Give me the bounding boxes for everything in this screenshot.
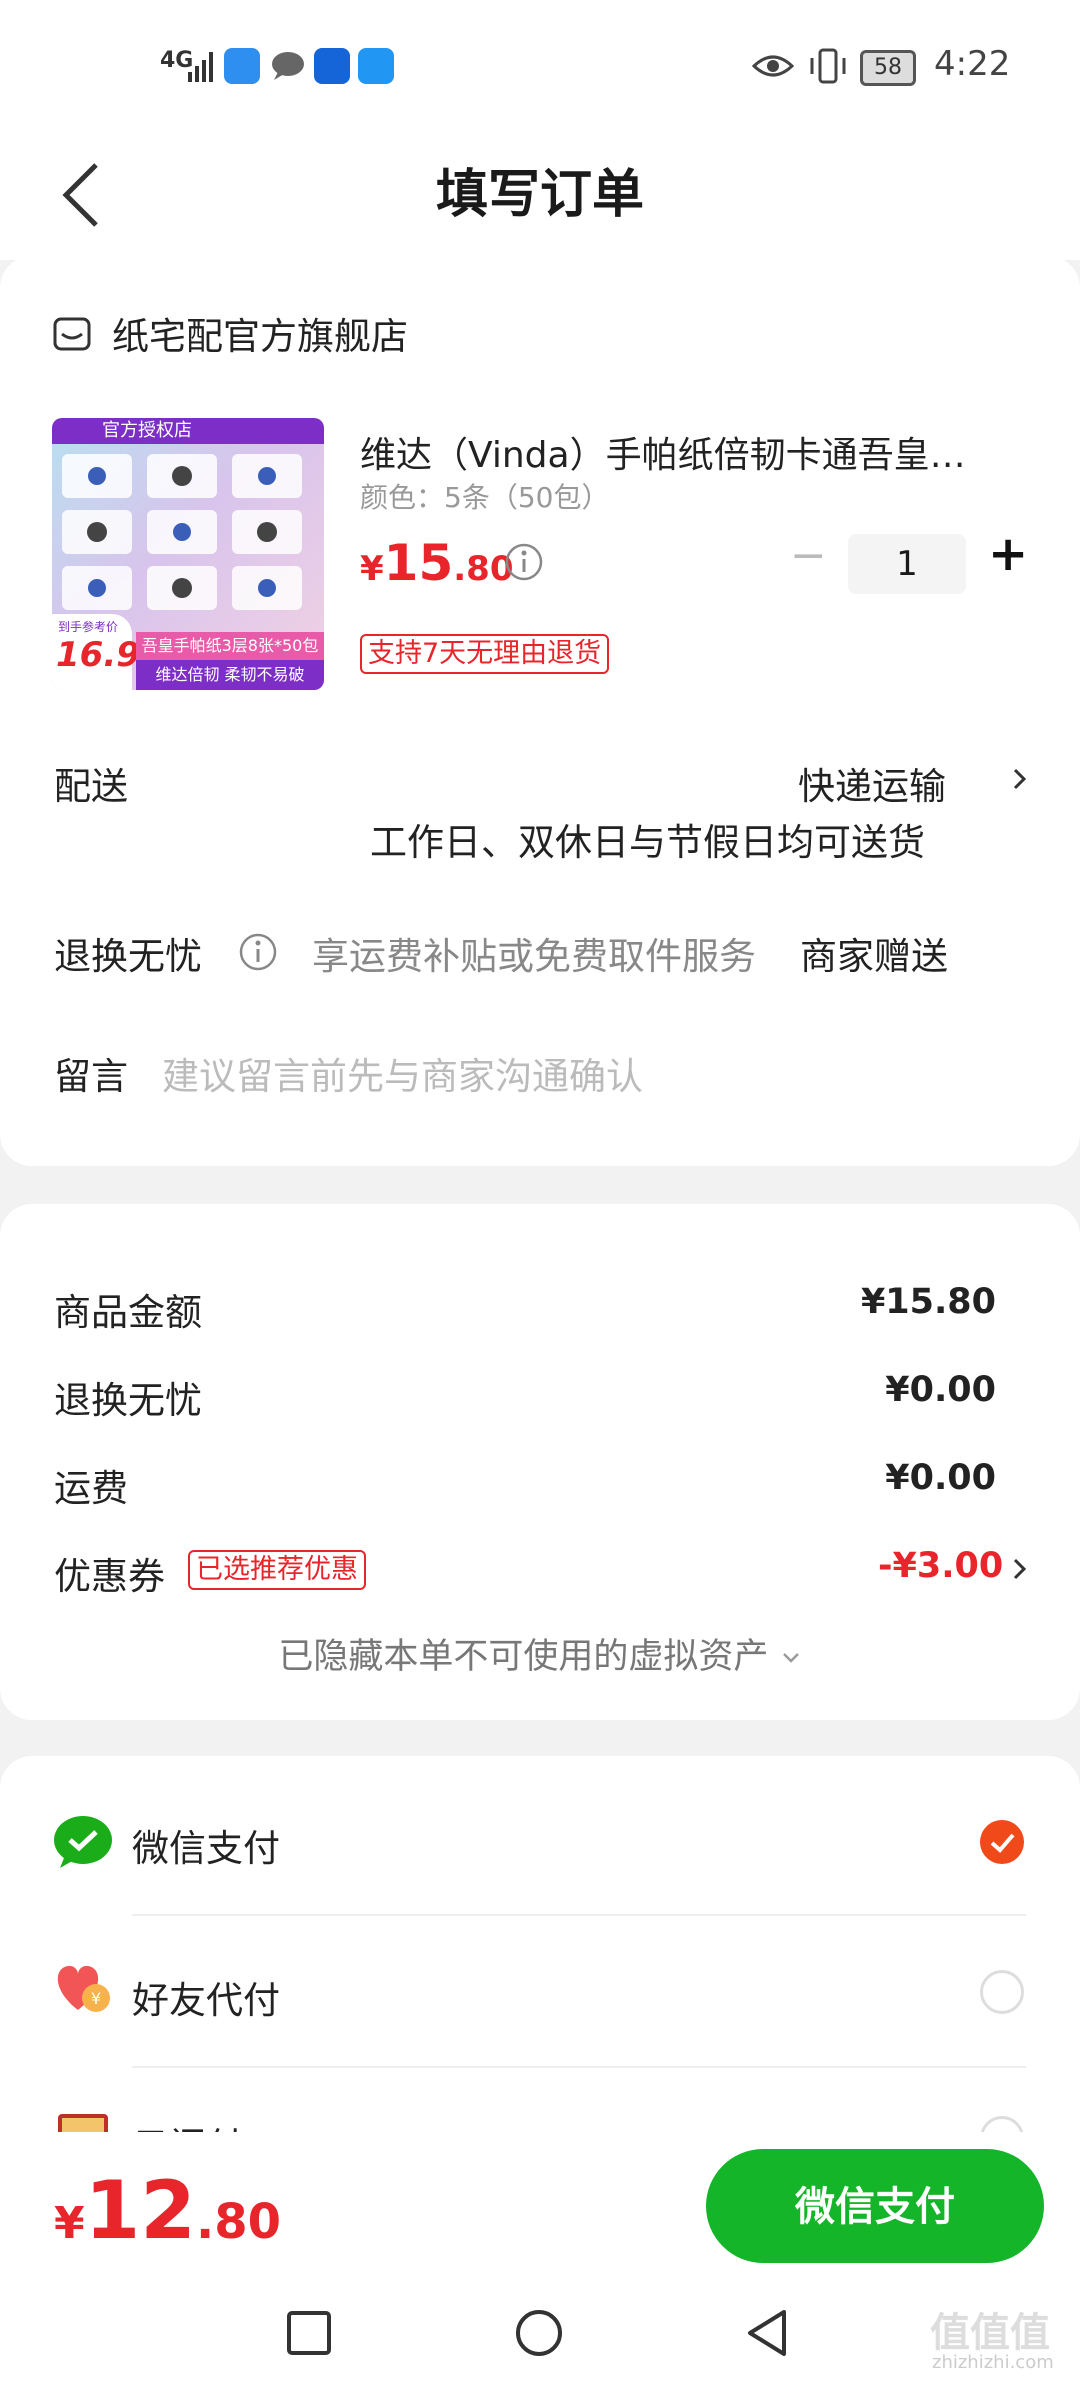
battery-indicator: 58 xyxy=(860,50,916,86)
quantity-plus-button[interactable]: + xyxy=(988,526,1028,582)
message-icon xyxy=(272,52,304,80)
message-input[interactable]: 建议留言前先与商家沟通确认 xyxy=(162,1046,643,1100)
chevron-right-icon[interactable] xyxy=(1010,1554,1030,1584)
chevron-down-icon xyxy=(782,1653,799,1663)
price-info-icon[interactable] xyxy=(504,542,544,582)
return-worry-value: 商家赠送 xyxy=(800,935,948,978)
weather-app-icon xyxy=(224,48,260,84)
watermark: 值值值 xyxy=(930,2310,1050,2356)
robot-app-icon xyxy=(314,48,350,84)
divider xyxy=(132,2066,1026,2068)
clock: 4:22 xyxy=(934,44,1011,84)
info-icon[interactable] xyxy=(238,932,278,972)
back-nav-icon[interactable] xyxy=(744,2308,790,2358)
shop-icon xyxy=(53,317,91,351)
divider xyxy=(132,1914,1026,1916)
friend-pay-heart-icon: ¥ xyxy=(57,1965,110,2012)
hidden-assets-toggle[interactable]: 已隐藏本单不可使用的虚拟资产 xyxy=(0,1628,1080,1679)
total-price: ¥12.80 xyxy=(54,2164,281,2257)
recent-apps-icon[interactable] xyxy=(286,2310,332,2356)
hidden-assets-text: 已隐藏本单不可使用的虚拟资产 xyxy=(278,1637,769,1677)
home-icon[interactable] xyxy=(514,2308,564,2358)
order-card xyxy=(0,256,1080,1166)
total-currency: ¥ xyxy=(54,2198,85,2249)
svg-text:¥: ¥ xyxy=(91,1989,101,2008)
thumb-caption-1: 吾皇手帕纸3层8张*50包 xyxy=(136,632,324,660)
summary-row-label: 商品金额 xyxy=(54,1291,202,1334)
payment-method-label[interactable]: 好友代付 xyxy=(132,1970,280,2024)
chevron-right-icon[interactable] xyxy=(1010,764,1030,794)
return-worry-desc: 享运费补贴或免费取件服务 xyxy=(312,935,756,978)
status-bar: 4G 58 4:22 xyxy=(0,0,1080,130)
thumb-price: 16.9 xyxy=(56,635,140,675)
price-currency: ¥ xyxy=(360,549,384,589)
vibrate-icon xyxy=(810,48,846,84)
total-decimal: .80 xyxy=(195,2194,281,2250)
eye-icon xyxy=(752,55,794,77)
delivery-method[interactable]: 快递运输 xyxy=(798,756,946,810)
search-app-icon xyxy=(358,48,394,84)
message-label: 留言 xyxy=(54,1055,128,1098)
return-policy-tag: 支持7天无理由退货 xyxy=(360,634,610,674)
shop-name[interactable]: 纸宅配官方旗舰店 xyxy=(112,306,408,360)
thumb-banner: 官方授权店 xyxy=(52,418,324,444)
payment-method-label[interactable]: 微信支付 xyxy=(132,1818,280,1872)
thumb-price-label: 到手参考价 xyxy=(58,620,119,634)
wechat-pay-icon xyxy=(54,1816,112,1868)
delivery-note: 工作日、双休日与节假日均可送货 xyxy=(370,821,925,864)
summary-row-label: 退换无忧 xyxy=(54,1379,202,1422)
quantity-input[interactable]: 1 xyxy=(848,534,966,594)
product-image[interactable]: 官方授权店 到手参考价 16.9 吾皇手帕纸3层8张*50包 维达倍韧 柔韧不易… xyxy=(52,418,324,690)
product-spec[interactable]: 颜色：5条（50包） xyxy=(360,476,609,516)
page-title: 填写订单 xyxy=(435,165,644,225)
product-title[interactable]: 维达（Vinda）手帕纸倍韧卡通吾皇… xyxy=(360,426,1020,478)
nav-bar: 填写订单 xyxy=(0,130,1080,260)
signal-icon xyxy=(188,52,213,82)
coupon-tag: 已选推荐优惠 xyxy=(188,1550,366,1590)
coupon-value[interactable]: -¥3.00 xyxy=(878,1546,1003,1586)
wechat-pay-button[interactable]: 微信支付 xyxy=(706,2149,1044,2263)
summary-row-value: ¥0.00 xyxy=(885,1370,996,1410)
checkout-bar: ¥12.80 微信支付 xyxy=(0,2132,1080,2282)
summary-row-label: 运费 xyxy=(54,1467,128,1510)
summary-row-value: ¥0.00 xyxy=(885,1458,996,1498)
tissue-packs-illustration xyxy=(62,454,302,610)
coupon-label: 优惠券 xyxy=(54,1555,165,1598)
system-nav-bar xyxy=(0,2282,1080,2400)
thumb-caption-2: 维达倍韧 柔韧不易破 xyxy=(136,660,324,690)
summary-row-value: ¥15.80 xyxy=(860,1282,996,1322)
friend-pay-radio[interactable] xyxy=(980,1970,1024,2014)
price-integer: 15 xyxy=(383,534,454,592)
wechat-pay-radio[interactable] xyxy=(980,1820,1024,1864)
watermark-url: zhizhizhi.com xyxy=(932,2352,1054,2373)
checkmark-icon xyxy=(990,1833,1015,1853)
quantity-minus-button[interactable]: − xyxy=(790,530,827,581)
thumb-price-badge: 到手参考价 16.9 xyxy=(52,614,140,690)
delivery-label: 配送 xyxy=(54,765,128,808)
product-price: ¥15.80 xyxy=(360,534,514,592)
total-integer: 12 xyxy=(84,2164,196,2257)
return-worry-label: 退换无忧 xyxy=(54,935,202,978)
